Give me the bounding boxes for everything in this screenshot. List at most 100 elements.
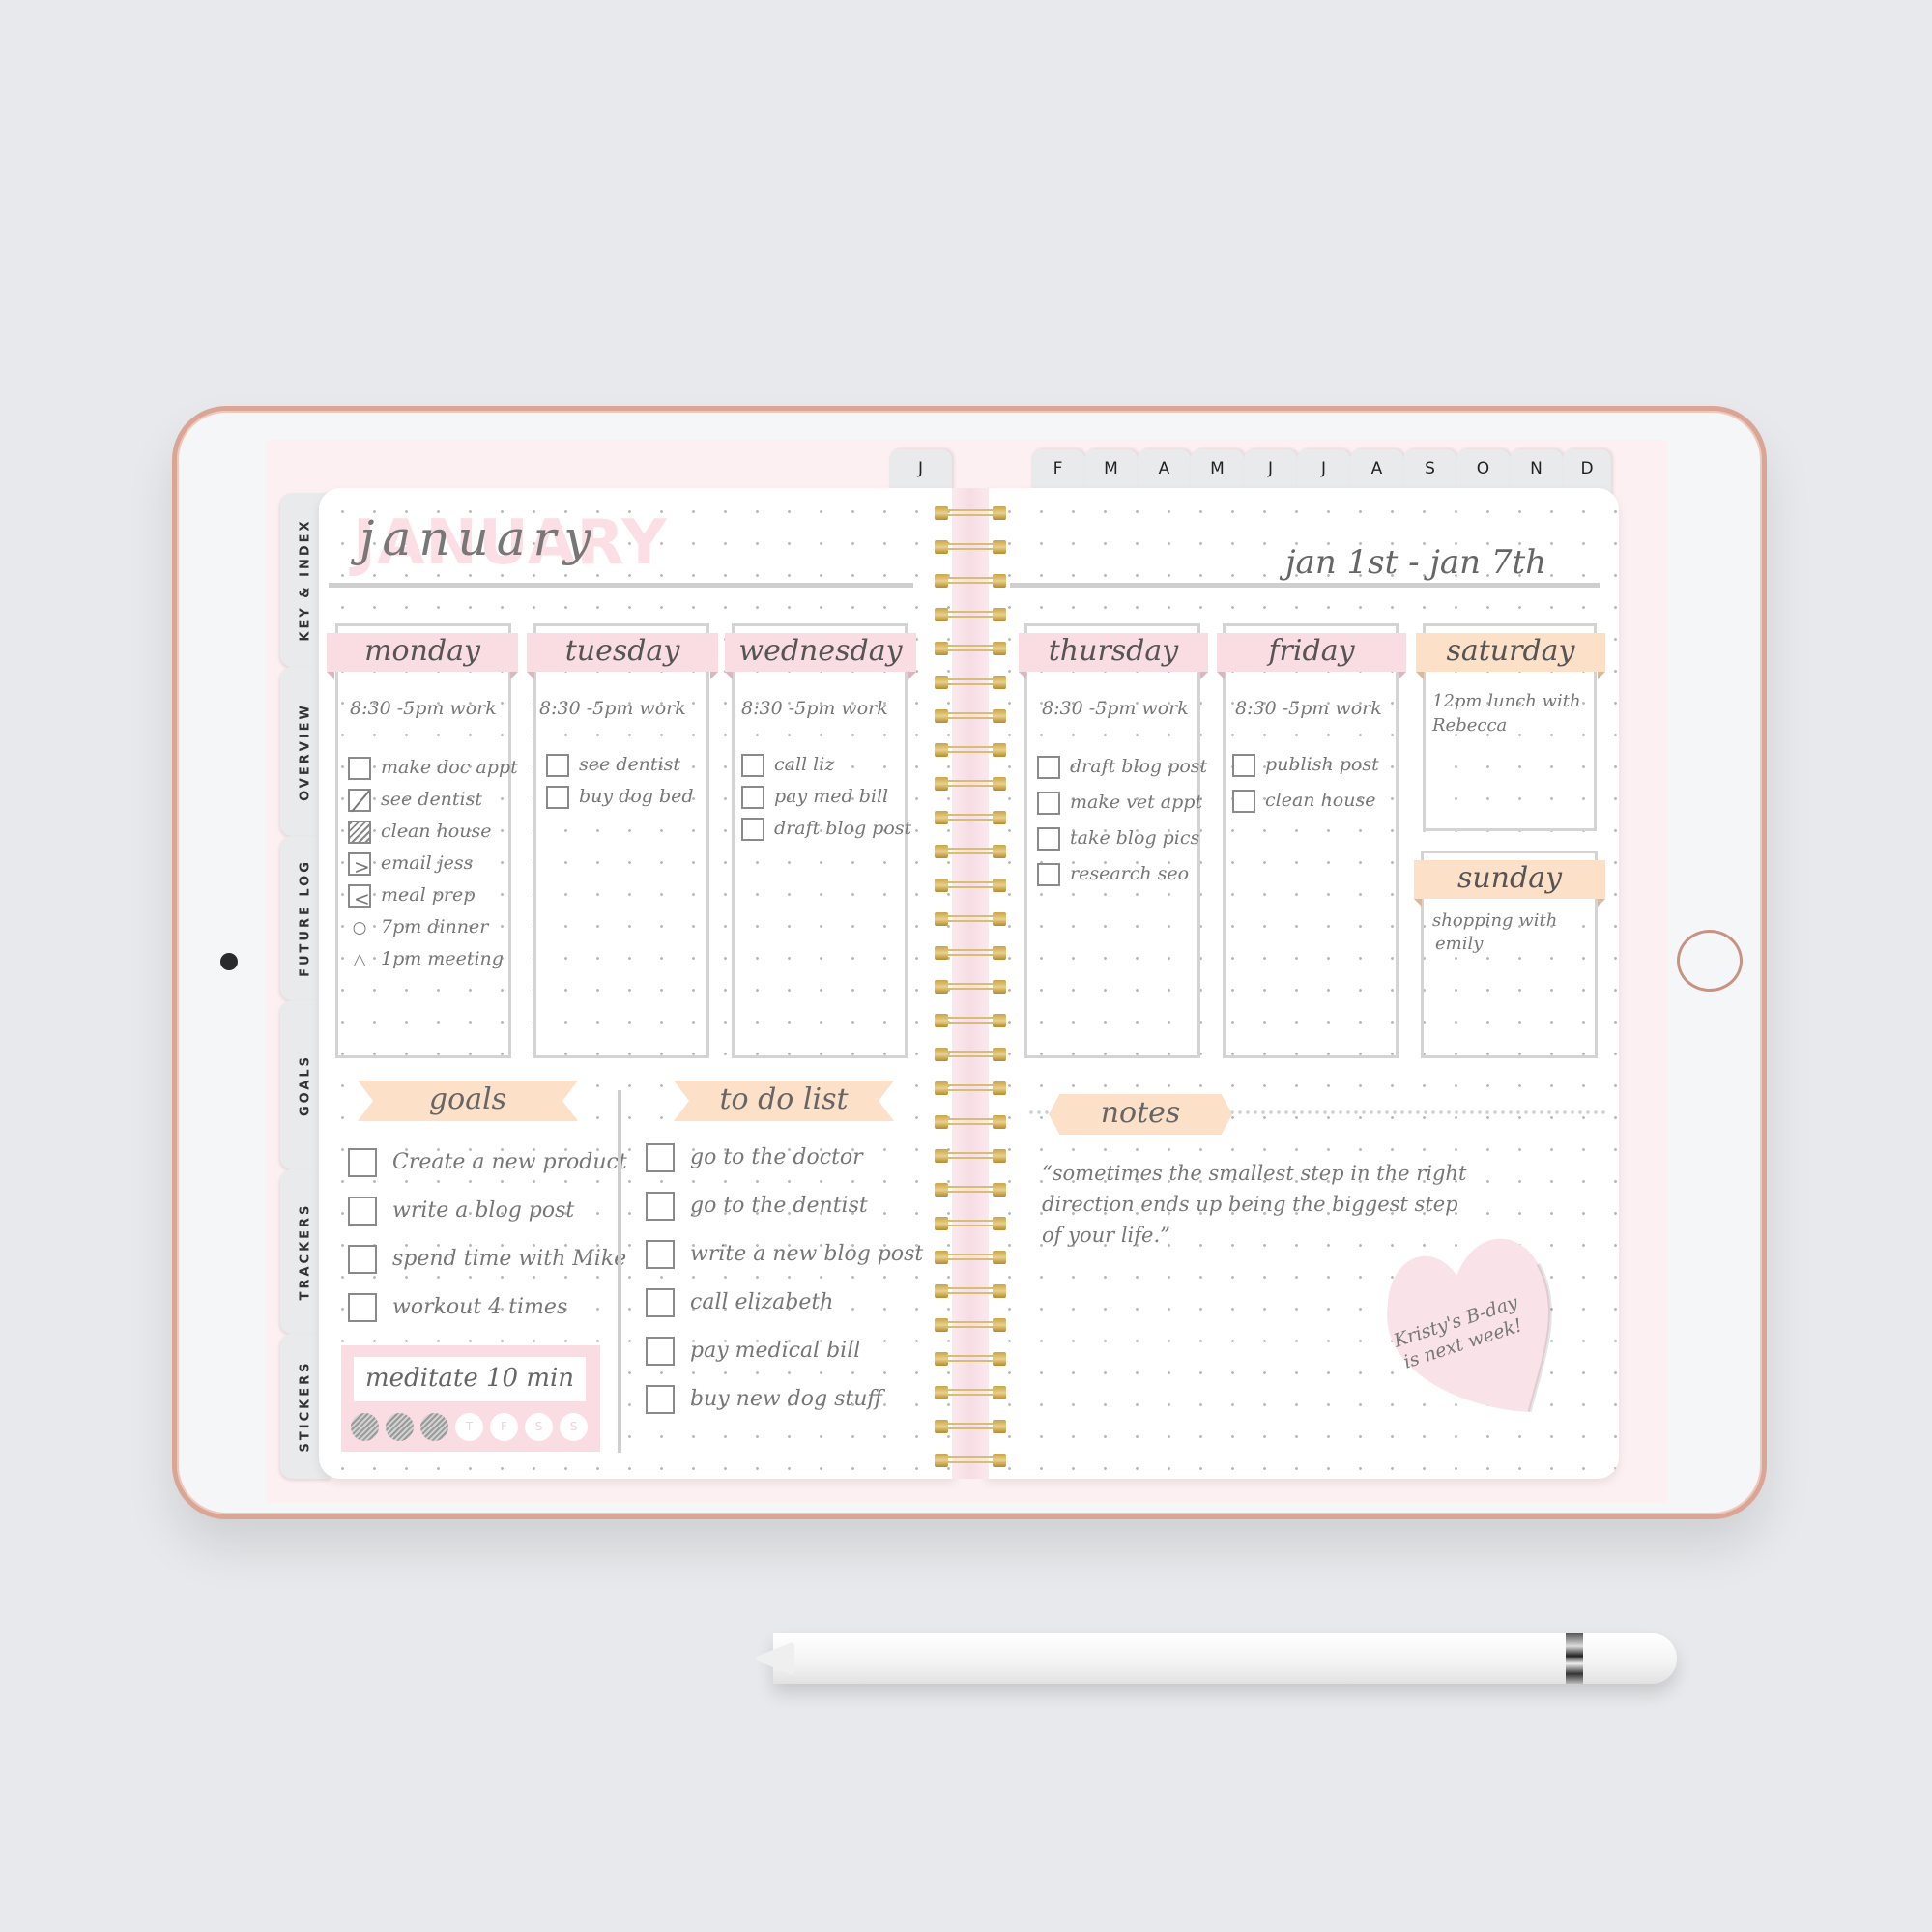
month-tab-label: D (1580, 459, 1594, 478)
side-tab-label: TRACKERS (298, 1202, 313, 1301)
habit-day[interactable]: T (455, 1413, 483, 1441)
task-item[interactable]: meal prep (348, 879, 518, 915)
day-time: 8:30 -5pm work (741, 698, 888, 719)
checkbox-empty-icon[interactable] (646, 1240, 675, 1269)
side-tab-label: GOALS (298, 1053, 313, 1116)
spiral-ring (935, 1048, 1006, 1061)
checkbox-empty-icon[interactable] (1232, 754, 1255, 777)
task-item[interactable]: publish post (1232, 749, 1379, 785)
checkbox-empty-icon[interactable] (348, 1245, 377, 1274)
task-item[interactable]: draft blog post (741, 813, 911, 845)
task-item[interactable]: pay med bill (741, 781, 911, 813)
day-time: 8:30 -5pm work (539, 698, 686, 719)
day-banner-sunday: sunday (1414, 860, 1605, 907)
task-item[interactable]: make vet appt (1037, 787, 1207, 822)
day-time: 8:30 -5pm work (1042, 698, 1189, 719)
checkbox-done-icon[interactable] (348, 821, 371, 844)
todo-item[interactable]: call elizabeth (646, 1279, 923, 1327)
task-text: take blog pics (1070, 827, 1200, 849)
checkbox-empty-icon[interactable] (646, 1385, 675, 1414)
checkbox-empty-icon[interactable] (646, 1337, 675, 1366)
month-tab-label: A (1370, 459, 1383, 478)
task-text: draft blog post (1070, 756, 1208, 777)
habit-day-done-icon[interactable] (351, 1413, 379, 1441)
todo-item[interactable]: write a new blog post (646, 1230, 923, 1279)
goal-item[interactable]: write a blog post (348, 1187, 627, 1235)
todo-text: go to the doctor (690, 1145, 863, 1169)
spiral-ring (935, 777, 1006, 791)
habit-day-done-icon[interactable] (420, 1413, 448, 1441)
checkbox-empty-icon[interactable] (741, 818, 764, 841)
task-text: make vet appt (1070, 792, 1203, 813)
checkbox-in-progress-icon[interactable] (348, 789, 371, 812)
task-item[interactable]: make doc appt (348, 752, 518, 784)
checkbox-empty-icon[interactable] (741, 754, 764, 777)
todo-item[interactable]: go to the doctor (646, 1134, 923, 1182)
todo-item[interactable]: go to the dentist (646, 1182, 923, 1230)
spiral-ring (935, 1183, 1006, 1197)
spiral-ring (935, 845, 1006, 858)
spiral-ring (935, 980, 1006, 994)
habit-day-done-icon[interactable] (386, 1413, 414, 1441)
task-text: research seo (1070, 863, 1190, 884)
checkbox-empty-icon[interactable] (1232, 790, 1255, 813)
quote-line: direction ends up being the biggest step (1042, 1193, 1458, 1216)
task-item[interactable]: research seo (1037, 858, 1207, 894)
task-item[interactable]: clean house (348, 816, 518, 848)
checkbox-empty-icon[interactable] (348, 1197, 377, 1226)
task-item[interactable]: call liz (741, 749, 911, 781)
task-item[interactable]: clean house (1232, 785, 1379, 821)
spiral-ring (935, 1081, 1006, 1095)
event-item[interactable]: ○ 7pm dinner (348, 911, 518, 943)
task-item[interactable]: take blog pics (1037, 822, 1207, 858)
todo-text: go to the dentist (690, 1194, 868, 1218)
task-item[interactable]: see dentist (348, 784, 518, 816)
goal-item[interactable]: spend time with Mike (348, 1235, 627, 1283)
task-text: draft blog post (774, 818, 912, 839)
spiral-ring (935, 811, 1006, 824)
spiral-ring (935, 540, 1006, 554)
task-text: 7pm dinner (381, 916, 489, 937)
checkbox-empty-icon[interactable] (348, 1148, 377, 1177)
event-item[interactable]: △ 1pm meeting (348, 943, 518, 975)
home-button[interactable] (1677, 930, 1743, 992)
goal-item[interactable]: Create a new product (348, 1139, 627, 1187)
checkbox-empty-icon[interactable] (1037, 792, 1060, 815)
habit-day[interactable]: S (560, 1413, 588, 1441)
side-tab-label: STICKERS (298, 1360, 313, 1453)
checkbox-migrated-icon[interactable] (348, 851, 371, 883)
task-item[interactable]: see dentist (546, 749, 694, 781)
task-item[interactable]: buy dog bed (546, 781, 694, 813)
stylus-band (1566, 1633, 1583, 1684)
day-note: 12pm lunch with (1432, 691, 1581, 711)
task-list-wednesday: call liz pay med bill draft blog post (741, 749, 911, 845)
checkbox-empty-icon[interactable] (741, 786, 764, 809)
goal-text: spend time with Mike (392, 1247, 627, 1271)
checkbox-empty-icon[interactable] (546, 754, 569, 777)
habit-day[interactable]: S (525, 1413, 553, 1441)
checkbox-scheduled-icon[interactable] (348, 883, 371, 915)
spiral-ring (935, 1420, 1006, 1433)
checkbox-empty-icon[interactable] (1037, 827, 1060, 851)
day-box-tuesday (533, 623, 709, 1058)
month-tab-label: S (1425, 459, 1435, 478)
checkbox-empty-icon[interactable] (546, 786, 569, 809)
goal-item[interactable]: workout 4 times (348, 1283, 627, 1332)
spiral-ring (935, 912, 1006, 926)
checkbox-empty-icon[interactable] (1037, 756, 1060, 779)
spiral-ring (935, 1217, 1006, 1230)
checkbox-empty-icon[interactable] (348, 1293, 377, 1322)
checkbox-empty-icon[interactable] (348, 757, 371, 780)
checkbox-empty-icon[interactable] (646, 1143, 675, 1172)
spiral-ring (935, 1014, 1006, 1027)
checkbox-empty-icon[interactable] (646, 1192, 675, 1221)
todo-item[interactable]: pay medical bill (646, 1327, 923, 1375)
habit-day[interactable]: F (490, 1413, 518, 1441)
checkbox-empty-icon[interactable] (646, 1288, 675, 1317)
day-banner-tuesday: tuesday (527, 633, 718, 679)
todo-item[interactable]: buy new dog stuff (646, 1375, 923, 1424)
day-box-friday (1223, 623, 1399, 1058)
task-item[interactable]: email jess (348, 848, 518, 883)
checkbox-empty-icon[interactable] (1037, 863, 1060, 886)
task-item[interactable]: draft blog post (1037, 751, 1207, 787)
